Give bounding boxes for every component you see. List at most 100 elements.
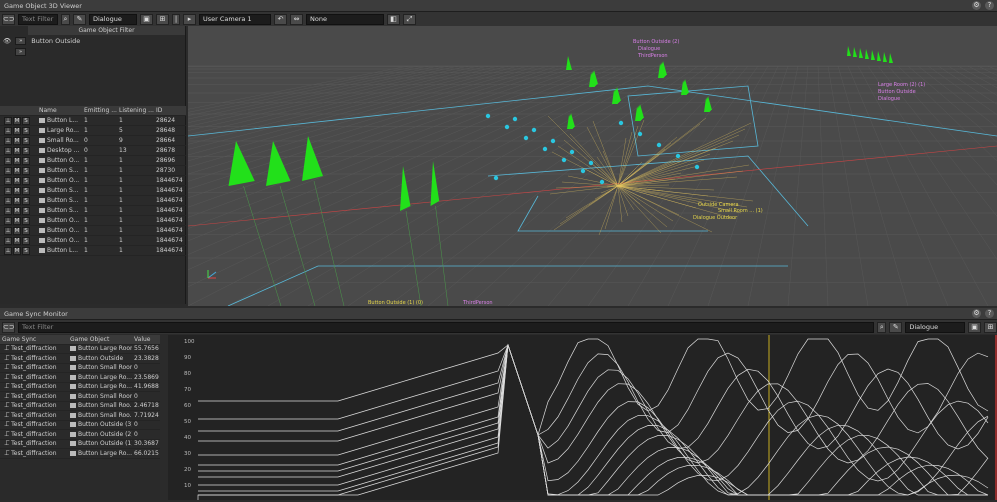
sync-text-filter-input[interactable]: Text Filter — [18, 321, 875, 333]
table-row[interactable]: ⊥ M S Button L... 1 1 28624 — [0, 116, 186, 126]
mute-button[interactable]: M — [13, 136, 21, 145]
pin-icon[interactable]: ⊥ — [4, 146, 12, 155]
mute-button[interactable]: M — [13, 116, 21, 125]
pin-icon[interactable]: ⊥ — [4, 166, 12, 175]
sync-graph[interactable]: 100 90 80 70 60 50 40 30 20 10 — [168, 335, 997, 501]
pin-icon[interactable]: ⊥ — [4, 176, 12, 185]
filter-mode-icon[interactable]: ✎ — [889, 321, 903, 333]
expand-icon[interactable]: » — [15, 36, 27, 45]
table-row[interactable]: ⊥ M S Desktop ... 0 13 28678 — [0, 146, 186, 156]
save-icon[interactable]: ▣ — [140, 13, 153, 25]
solo-button[interactable]: S — [22, 116, 30, 125]
pin-icon[interactable]: ⊥ — [4, 136, 12, 145]
scene-canvas[interactable]: Button Outside (2)DialogueThirdPersonLar… — [188, 26, 997, 306]
mute-button[interactable]: M — [13, 246, 21, 255]
sync-row[interactable]: ⊥̅ Test_diffraction Button Outside (1) 30.… — [0, 440, 160, 449]
search-icon[interactable]: ⌕ — [61, 13, 70, 25]
sync-row[interactable]: ⊥̅ Test_diffraction Button Small Roo... 2.… — [0, 402, 160, 411]
reset-camera-icon[interactable]: ↶ — [274, 13, 287, 25]
solo-button[interactable]: S — [22, 196, 30, 205]
link-icon[interactable]: ⊂⊃ — [2, 321, 15, 333]
follow-icon[interactable]: ⇔ — [290, 13, 303, 25]
solo-button[interactable]: S — [22, 136, 30, 145]
help-icon[interactable]: ? — [985, 1, 994, 10]
solo-button[interactable]: S — [22, 206, 30, 215]
camera-select[interactable]: User Camera 1 — [199, 13, 271, 25]
solo-button[interactable]: S — [22, 166, 30, 175]
sync-row[interactable]: ⊥̅ Test_diffraction Button Outside (3) 0 — [0, 421, 160, 430]
help-icon[interactable]: ? — [985, 309, 994, 318]
table-row[interactable]: ⊥ M S Button L... 1 1 1844674 — [0, 246, 186, 256]
table-row[interactable]: ⊥ M S Button O... 1 1 1844674 — [0, 216, 186, 226]
save-icon[interactable]: ▣ — [968, 321, 982, 333]
filter-mode-icon[interactable]: ✎ — [73, 13, 86, 25]
col-emitting[interactable]: Emitting ... — [82, 107, 117, 114]
filter-item[interactable]: 👁 » Button Outside — [0, 35, 185, 46]
table-row[interactable]: ⊥ M S Button O... 1 1 1844674 — [0, 226, 186, 236]
sync-row[interactable]: ⊥̅ Test_diffraction Button Small Room 0 — [0, 392, 160, 402]
table-row[interactable]: ⊥ M S Button S... 1 1 1844674 — [0, 186, 186, 196]
mute-button[interactable]: M — [13, 146, 21, 155]
solo-button[interactable]: S — [22, 186, 30, 195]
mute-button[interactable]: M — [13, 216, 21, 225]
add-filter-icon[interactable]: » — [15, 47, 26, 56]
table-row[interactable]: ⊥ M S Button S... 1 1 28730 — [0, 166, 186, 176]
sync-graph-canvas[interactable]: 100 90 80 70 60 50 40 30 20 10 — [168, 335, 997, 501]
follow-select[interactable]: None — [306, 13, 384, 25]
sync-row[interactable]: ⊥̅ Test_diffraction Button Outside (2) 0 — [0, 430, 160, 440]
mute-button[interactable]: M — [13, 236, 21, 245]
solo-button[interactable]: S — [22, 126, 30, 135]
table-row[interactable]: ⊥ M S Button O... 1 1 1844674 — [0, 176, 186, 186]
solo-button[interactable]: S — [22, 176, 30, 185]
solo-button[interactable]: S — [22, 226, 30, 235]
solo-button[interactable]: S — [22, 236, 30, 245]
sync-row[interactable]: ⊥̅ Test_diffraction Button Small Room 0 — [0, 364, 160, 373]
pin-icon[interactable]: ⊥ — [4, 186, 12, 195]
sync-row[interactable]: ⊥̅ Test_diffraction Button Large Room 55.7… — [0, 345, 160, 354]
pin-icon[interactable]: ⊥ — [4, 206, 12, 215]
filter-mode-select[interactable]: Dialogue — [89, 13, 137, 25]
solo-button[interactable]: S — [22, 246, 30, 255]
link-icon[interactable]: ⊂⊃ — [2, 13, 15, 25]
gear-icon[interactable]: ⚙ — [972, 309, 981, 318]
mute-button[interactable]: M — [13, 206, 21, 215]
search-icon[interactable]: ⌕ — [877, 321, 887, 333]
record-icon[interactable]: ◧ — [387, 13, 400, 25]
pin-icon[interactable]: ⊥ — [4, 116, 12, 125]
table-row[interactable]: ⊥ M S Button O... 1 1 1844674 — [0, 236, 186, 246]
mute-button[interactable]: M — [13, 166, 21, 175]
table-row[interactable]: ⊥ M S Small Ro... 0 9 28664 — [0, 136, 186, 146]
pin-icon[interactable]: ⊥ — [4, 196, 12, 205]
mute-button[interactable]: M — [13, 186, 21, 195]
solo-button[interactable]: S — [22, 156, 30, 165]
pin-icon[interactable]: ⊥ — [4, 126, 12, 135]
col-value[interactable]: Value — [132, 336, 160, 343]
pin-icon[interactable]: ⊥ — [4, 246, 12, 255]
eye-icon[interactable]: 👁 — [3, 37, 11, 45]
col-game-sync[interactable]: Game Sync — [0, 336, 68, 343]
text-filter-input[interactable]: Text Filter — [18, 13, 58, 25]
sync-row[interactable]: ⊥̅ Test_diffraction Button Large Ro... 23.… — [0, 373, 160, 383]
mute-button[interactable]: M — [13, 176, 21, 185]
options-icon[interactable]: ⊞ — [984, 321, 997, 333]
col-name[interactable]: Name — [37, 107, 82, 114]
col-game-object[interactable]: Game Object — [68, 336, 132, 343]
sync-row[interactable]: ⊥̅ Test_diffraction Button Small Roo... 7.… — [0, 411, 160, 421]
sync-row[interactable]: ⊥̅ Test_diffraction Button Outside 23.3828 — [0, 354, 160, 364]
gear-icon[interactable]: ⚙ — [972, 1, 981, 10]
pin-icon[interactable]: ⊥ — [4, 216, 12, 225]
pin-icon[interactable]: ⊥ — [4, 236, 12, 245]
filter-add-row[interactable]: » — [0, 46, 185, 57]
sync-filter-mode-select[interactable]: Dialogue — [905, 321, 966, 333]
sync-row[interactable]: ⊥̅ Test_diffraction Button Large Ro... 41.… — [0, 383, 160, 392]
mute-button[interactable]: M — [13, 126, 21, 135]
solo-button[interactable]: S — [22, 216, 30, 225]
options-icon[interactable]: ⊞ — [156, 13, 169, 25]
table-row[interactable]: ⊥ M S Large Ro... 1 5 28648 — [0, 126, 186, 136]
table-row[interactable]: ⊥ M S Button O... 1 1 28696 — [0, 156, 186, 166]
pin-icon[interactable]: ⊥ — [4, 156, 12, 165]
mute-button[interactable]: M — [13, 196, 21, 205]
table-row[interactable]: ⊥ M S Button S... 1 1 1844674 — [0, 206, 186, 216]
camera-icon[interactable]: ▸ — [183, 13, 196, 25]
table-row[interactable]: ⊥ M S Button S... 1 1 1844674 — [0, 196, 186, 206]
